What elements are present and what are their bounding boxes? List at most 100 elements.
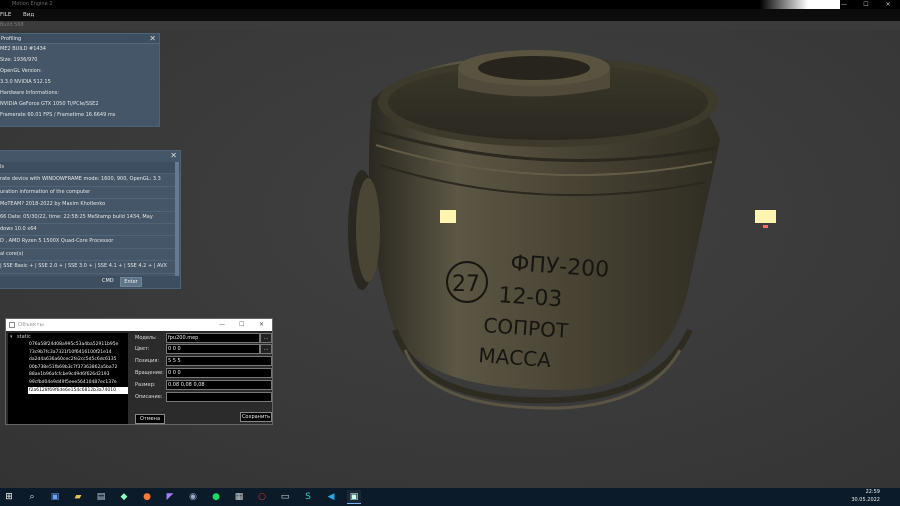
size-field[interactable]: 0,08 0,08 0,08: [166, 380, 272, 390]
size-row: Размер: 0,08 0,08 0,08: [133, 380, 273, 390]
app-icon[interactable]: ◆: [117, 490, 131, 504]
menu-file[interactable]: FILE: [0, 9, 11, 21]
color-row: Цвет: 0 0 0 ...: [133, 344, 273, 354]
size-label: Размер:: [135, 382, 156, 388]
barrel-text-4: МАССА: [478, 343, 552, 372]
objects-tree[interactable]: static 076a58f24d08a995c53a4ba52911b95e …: [8, 333, 128, 424]
rotation-row: Вращение: 0 0 0: [133, 368, 273, 378]
profiling-line: Size: 1936/970: [0, 57, 38, 63]
console-panel: ✕ ls rate device with WINDOWFRAME mode: …: [0, 150, 181, 289]
object-properties: Модель: fpu200.mep ... Цвет: 0 0 0 ... П…: [133, 333, 273, 413]
console-header: [0, 151, 180, 162]
terminal-icon[interactable]: ▭: [278, 490, 292, 504]
color-label: Цвет:: [135, 346, 150, 352]
engine-icon[interactable]: ▣: [347, 490, 361, 504]
color-picker-button[interactable]: ...: [260, 344, 272, 354]
cancel-button[interactable]: Отмена: [135, 414, 165, 424]
tree-item[interactable]: 73c9b7fc3a7321f10f6416100f21e14: [8, 349, 128, 357]
tree-item-selected[interactable]: f2a6128f69f6de6e154c6812b3a74010: [28, 386, 128, 395]
skype-icon[interactable]: S: [301, 490, 315, 504]
windows-start-icon[interactable]: ⊞: [2, 490, 16, 504]
rotation-label: Вращение:: [135, 370, 164, 376]
description-field[interactable]: [166, 392, 272, 402]
profiling-line: NVIDIA GeForce GTX 1050 Ti/PCIe/SSE2: [0, 101, 99, 107]
barrel-text-2: 12-03: [498, 283, 564, 312]
notepad-icon[interactable]: ▤: [94, 490, 108, 504]
console-line: uration information of the computer: [0, 187, 180, 200]
profiling-line: Hardware Informations:: [0, 90, 59, 96]
profiling-panel: Profiling ✕ ME2 BUILD #1434 Size: 1936/9…: [0, 33, 160, 127]
app-grid-icon[interactable]: ▦: [232, 490, 246, 504]
light-marker-1: [440, 210, 456, 223]
menu-bar: FILE Вид: [0, 9, 900, 21]
opera-icon[interactable]: ○: [255, 490, 269, 504]
build-info: Build 568: [0, 22, 24, 28]
firefox-icon[interactable]: ●: [140, 490, 154, 504]
enter-button[interactable]: Enter: [120, 277, 142, 287]
profiling-line: 3.3.0 NVIDIA 512.15: [0, 79, 51, 85]
rotation-field[interactable]: 0 0 0: [166, 368, 272, 378]
tree-item[interactable]: 88ae1b96afcfcbe9c49d6f626d2193: [8, 371, 128, 379]
objects-dialog: Объекты — ☐ ✕ static 076a58f24d08a995c53…: [5, 318, 273, 425]
objects-close-button[interactable]: ✕: [259, 319, 264, 331]
description-label: Описание:: [135, 394, 163, 400]
visual-studio-icon[interactable]: ◤: [163, 490, 177, 504]
description-row: Описание:: [133, 392, 273, 402]
profiling-close-icon[interactable]: ✕: [149, 34, 156, 44]
light-marker-2: [755, 210, 776, 223]
title-bar: Motion Engine 2 — ☐ ✕: [0, 0, 900, 9]
minimize-button[interactable]: —: [833, 0, 855, 9]
objects-minimize-button[interactable]: —: [219, 319, 225, 331]
position-row: Позиция: 5 5 5: [133, 356, 273, 366]
system-clock[interactable]: 22:59 30.05.2022: [851, 489, 880, 504]
console-line: al core(s): [0, 249, 180, 262]
console-close-icon[interactable]: ✕: [170, 151, 177, 161]
tree-item[interactable]: 076a58f24d08a995c53a4ba52911b95e: [8, 341, 128, 349]
objects-titlebar: Объекты — ☐ ✕: [6, 319, 272, 331]
tree-item[interactable]: 00b738e51fb69b3c7f37363862a5ba72: [8, 364, 128, 372]
taskbar: ⊞ ⌕ ▣ ▰ ▤ ◆ ● ◤ ◉ ● ▦ ○ ▭ S ◀ ▣ 22:59 30…: [0, 488, 900, 506]
console-line: D , AMD Ryzen 5 1500X Quad-Core Processo…: [0, 236, 180, 249]
telegram-icon[interactable]: ◀: [324, 490, 338, 504]
model-label: Модель:: [135, 335, 157, 341]
steam-icon[interactable]: ◉: [186, 490, 200, 504]
position-field[interactable]: 5 5 5: [166, 356, 272, 366]
tree-item[interactable]: da2d4a636a60cec2fe2cc5d5c6dc6135: [8, 356, 128, 364]
profiling-line: OpenGL Version:: [0, 68, 42, 74]
search-icon[interactable]: ⌕: [25, 490, 39, 504]
clock-time: 22:59: [865, 489, 880, 495]
position-label: Позиция:: [135, 358, 160, 364]
model-row: Модель: fpu200.mep ...: [133, 333, 273, 343]
close-button[interactable]: ✕: [877, 0, 899, 9]
barrel-number: 27: [452, 272, 480, 297]
console-scrollbar[interactable]: [175, 162, 179, 277]
console-line: rate device with WINDOWFRAME mode: 1600,…: [0, 174, 180, 187]
clock-date: 30.05.2022: [851, 496, 880, 503]
console-command-row: CMD Enter: [0, 276, 180, 288]
tree-item[interactable]: 99cfbd04e9d49f5eee56410487ec137e: [8, 379, 128, 387]
menu-view[interactable]: Вид: [23, 9, 34, 21]
title-glow: [760, 0, 840, 9]
window-title: Motion Engine 2: [12, 1, 53, 7]
spotify-icon[interactable]: ●: [209, 490, 223, 504]
profiling-line: ME2 BUILD #1434: [0, 46, 46, 52]
folder-icon[interactable]: ▰: [71, 490, 85, 504]
console-line: 66 Date: 05/30/22, time: 22:58:25 MeStam…: [0, 212, 180, 225]
cmd-label: CMD: [102, 278, 114, 284]
maximize-button[interactable]: ☐: [855, 0, 877, 9]
console-line: dows 10.0 x64: [0, 224, 180, 237]
profiling-title: Profiling: [0, 34, 159, 44]
save-disk-icon[interactable]: ▣: [48, 490, 62, 504]
objects-maximize-button[interactable]: ☐: [239, 319, 244, 331]
console-title: ls: [0, 162, 180, 175]
tree-root[interactable]: static: [8, 333, 128, 341]
objects-title: Объекты: [18, 322, 44, 328]
color-field[interactable]: 0 0 0: [166, 344, 260, 354]
console-line: MoTEAM? 2018-2022 by Maxim Khotlenko: [0, 199, 180, 212]
profiling-line: Framerate 60.01 FPS / Frametime 16.6649 …: [0, 112, 116, 118]
save-button[interactable]: Сохранить: [240, 412, 272, 422]
console-line: | SSE Basic + | SSE 2.0 + | SSE 3.0 + | …: [0, 261, 180, 274]
window-icon: [9, 322, 15, 328]
model-browse-button[interactable]: ...: [260, 333, 272, 343]
model-field[interactable]: fpu200.mep: [166, 333, 260, 343]
